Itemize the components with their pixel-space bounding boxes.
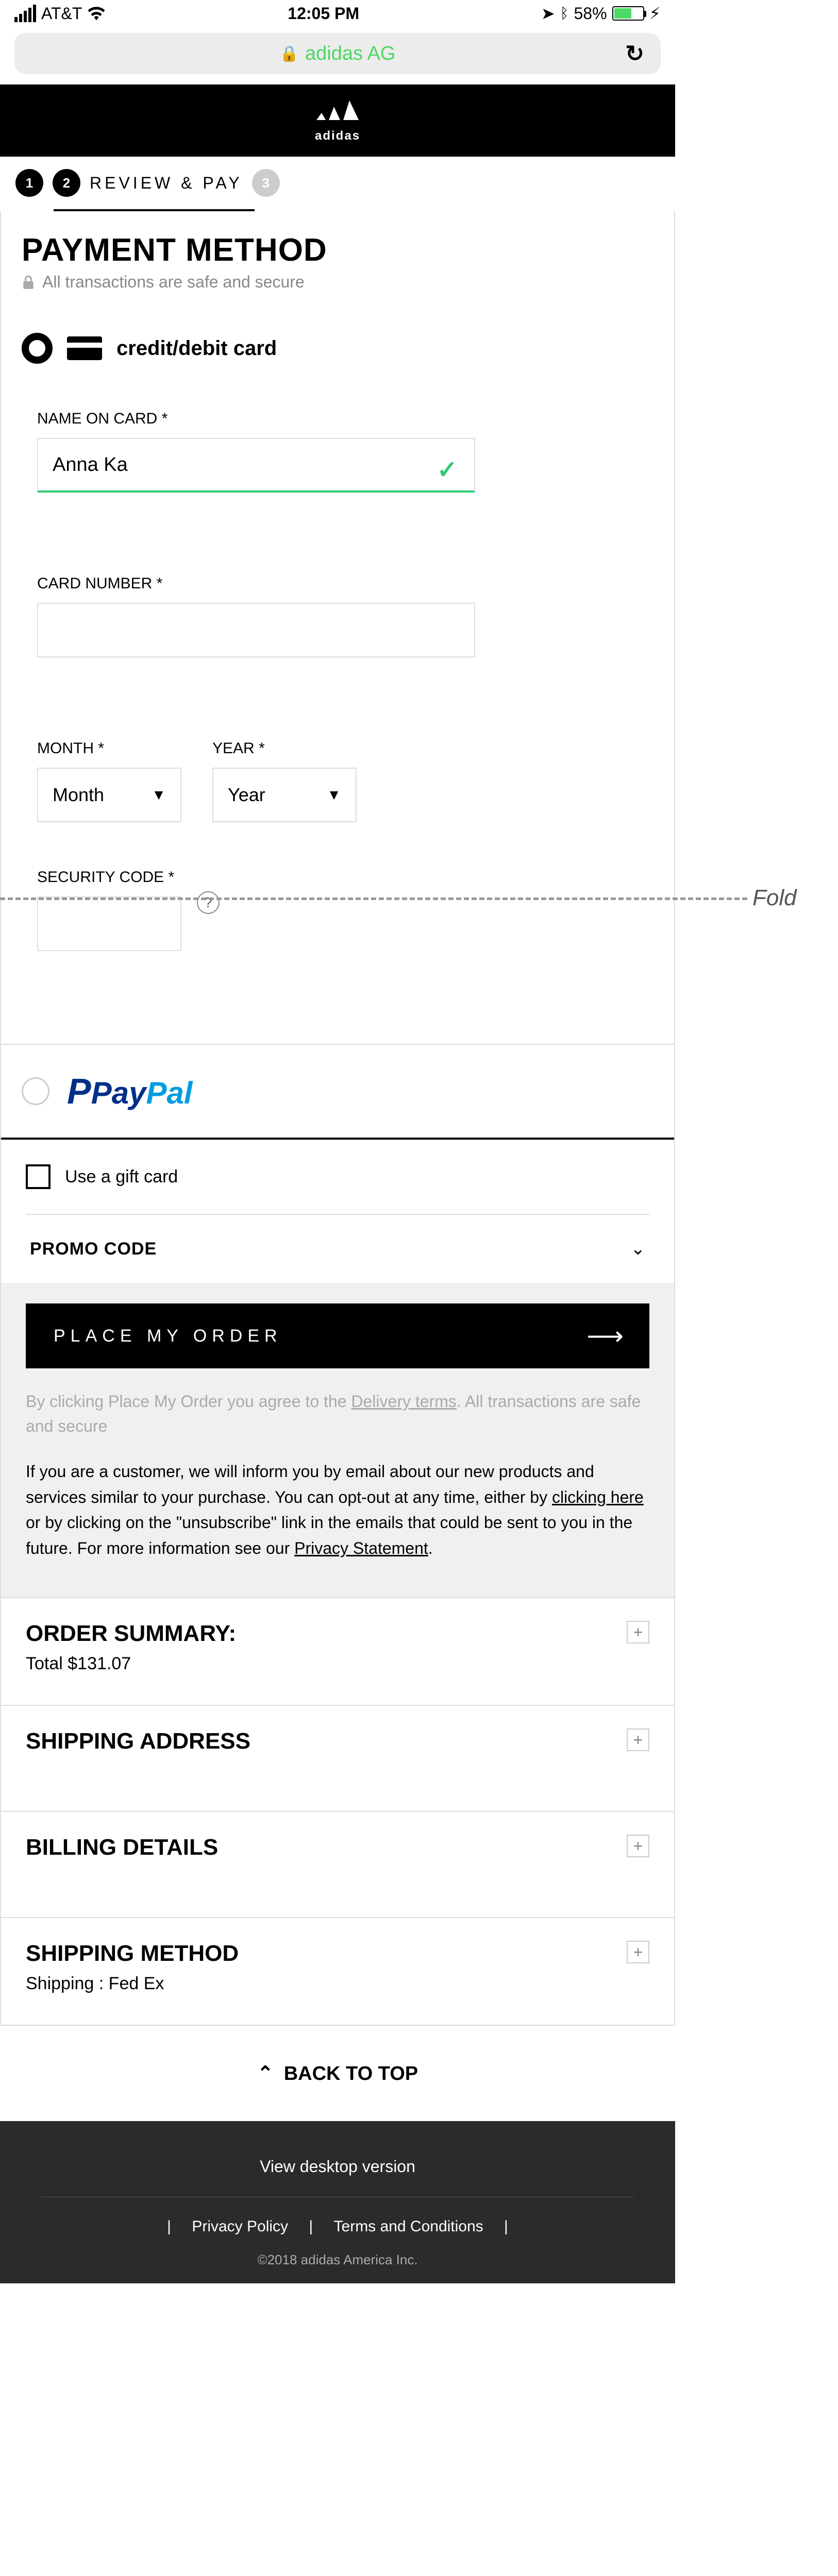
lock-icon [22, 275, 35, 290]
step-2-label: REVIEW & PAY [90, 174, 243, 193]
fold-indicator [0, 897, 747, 900]
expand-icon[interactable]: + [627, 1941, 649, 1963]
place-order-button[interactable]: PLACE MY ORDER ⟶ [26, 1303, 649, 1368]
bluetooth-icon: ᛒ [560, 5, 569, 22]
shipping-method-title: SHIPPING METHOD [26, 1941, 649, 1967]
step-3: 3 [252, 169, 280, 197]
expand-icon[interactable]: + [627, 1728, 649, 1751]
location-icon: ➤ [541, 4, 555, 23]
payment-option-card[interactable]: credit/debit card [1, 312, 674, 374]
lock-icon: 🔒 [280, 45, 299, 63]
gift-checkbox[interactable] [26, 1164, 51, 1189]
promo-label: PROMO CODE [30, 1239, 157, 1259]
expand-icon[interactable]: + [627, 1621, 649, 1643]
month-label: MONTH * [37, 740, 181, 757]
privacy-link[interactable]: Privacy Statement [294, 1539, 428, 1557]
opt-out-link[interactable]: clicking here [552, 1488, 644, 1506]
radio-empty-icon[interactable] [22, 1077, 49, 1105]
address-bar[interactable]: 🔒 adidas AG ↻ [14, 33, 661, 74]
carrier-label: AT&T [41, 4, 82, 23]
site-header: adidas [0, 84, 675, 157]
billing-title: BILLING DETAILS [26, 1835, 649, 1860]
card-option-label: credit/debit card [116, 337, 277, 360]
card-icon [67, 336, 102, 360]
promo-code-row[interactable]: PROMO CODE ⌄ [26, 1214, 649, 1283]
radio-selected-icon[interactable] [22, 333, 53, 364]
terms-link[interactable]: Terms and Conditions [326, 2218, 492, 2235]
year-select[interactable]: Year ▼ [212, 768, 357, 822]
card-number-label: CARD NUMBER * [37, 575, 638, 592]
adidas-wordmark: adidas [314, 129, 361, 143]
chevron-down-icon: ▼ [327, 787, 341, 803]
security-code-label: SECURITY CODE * [37, 869, 638, 886]
valid-check-icon: ✓ [437, 455, 458, 484]
month-select[interactable]: Month ▼ [37, 768, 181, 822]
gift-label: Use a gift card [65, 1167, 178, 1187]
view-desktop-link[interactable]: View desktop version [0, 2147, 675, 2187]
site-footer: View desktop version | Privacy Policy | … [0, 2121, 675, 2283]
shipping-address-accordion[interactable]: SHIPPING ADDRESS + [1, 1705, 674, 1811]
order-disclaimer-2: If you are a customer, we will inform yo… [26, 1459, 649, 1561]
order-total: Total $131.07 [26, 1654, 649, 1674]
fold-label: Fold [752, 885, 797, 911]
order-summary-accordion[interactable]: ORDER SUMMARY: Total $131.07 + [1, 1597, 674, 1705]
privacy-policy-link[interactable]: Privacy Policy [183, 2218, 296, 2235]
adidas-stripes-icon [314, 98, 361, 126]
browser-bar: 🔒 adidas AG ↻ [0, 27, 675, 84]
help-icon[interactable]: ? [197, 891, 220, 914]
step-2[interactable]: 2 [53, 169, 80, 197]
billing-details-accordion[interactable]: BILLING DETAILS + [1, 1811, 674, 1917]
back-to-top-button[interactable]: ⌃BACK TO TOP [0, 2026, 675, 2121]
month-value: Month [53, 784, 104, 806]
chevron-down-icon: ▼ [152, 787, 166, 803]
reload-icon[interactable]: ↻ [625, 41, 644, 67]
wifi-icon [87, 6, 106, 21]
battery-icon [612, 6, 644, 21]
shipping-address-title: SHIPPING ADDRESS [26, 1728, 649, 1754]
clock: 12:05 PM [288, 4, 359, 23]
signal-icon [14, 5, 36, 22]
security-code-input[interactable] [37, 896, 181, 951]
shipping-method-value: Shipping : Fed Ex [26, 1974, 649, 1994]
copyright-text: ©2018 adidas America Inc. [0, 2246, 675, 2268]
order-summary-title: ORDER SUMMARY: [26, 1621, 649, 1647]
order-disclaimer-1: By clicking Place My Order you agree to … [26, 1389, 649, 1438]
chevron-down-icon: ⌄ [631, 1239, 646, 1259]
checkout-stepper: 1 2 REVIEW & PAY 3 [0, 157, 675, 209]
name-input[interactable] [37, 438, 475, 493]
battery-percent: 58% [574, 4, 607, 23]
paypal-logo: PPayPal [67, 1071, 193, 1112]
step-1[interactable]: 1 [15, 169, 43, 197]
gift-card-row[interactable]: Use a gift card [1, 1140, 674, 1214]
year-label: YEAR * [212, 740, 357, 757]
shipping-method-accordion[interactable]: SHIPPING METHOD Shipping : Fed Ex + [1, 1917, 674, 2025]
name-label: NAME ON CARD * [37, 410, 638, 428]
charging-icon: ⚡︎ [649, 4, 661, 23]
site-name: adidas AG [305, 43, 395, 65]
card-number-input[interactable] [37, 603, 475, 657]
arrow-right-icon: ⟶ [586, 1321, 622, 1351]
place-order-label: PLACE MY ORDER [54, 1326, 282, 1346]
payment-method-title: PAYMENT METHOD [22, 232, 653, 268]
chevron-up-icon: ⌃ [257, 2063, 274, 2084]
delivery-terms-link[interactable]: Delivery terms [351, 1392, 456, 1411]
expand-icon[interactable]: + [627, 1835, 649, 1857]
year-value: Year [228, 784, 265, 806]
secure-text: All transactions are safe and secure [42, 273, 305, 292]
status-bar: AT&T 12:05 PM ➤ ᛒ 58% ⚡︎ [0, 0, 675, 27]
payment-option-paypal[interactable]: PPayPal [1, 1044, 674, 1138]
adidas-logo[interactable]: adidas [314, 98, 361, 143]
